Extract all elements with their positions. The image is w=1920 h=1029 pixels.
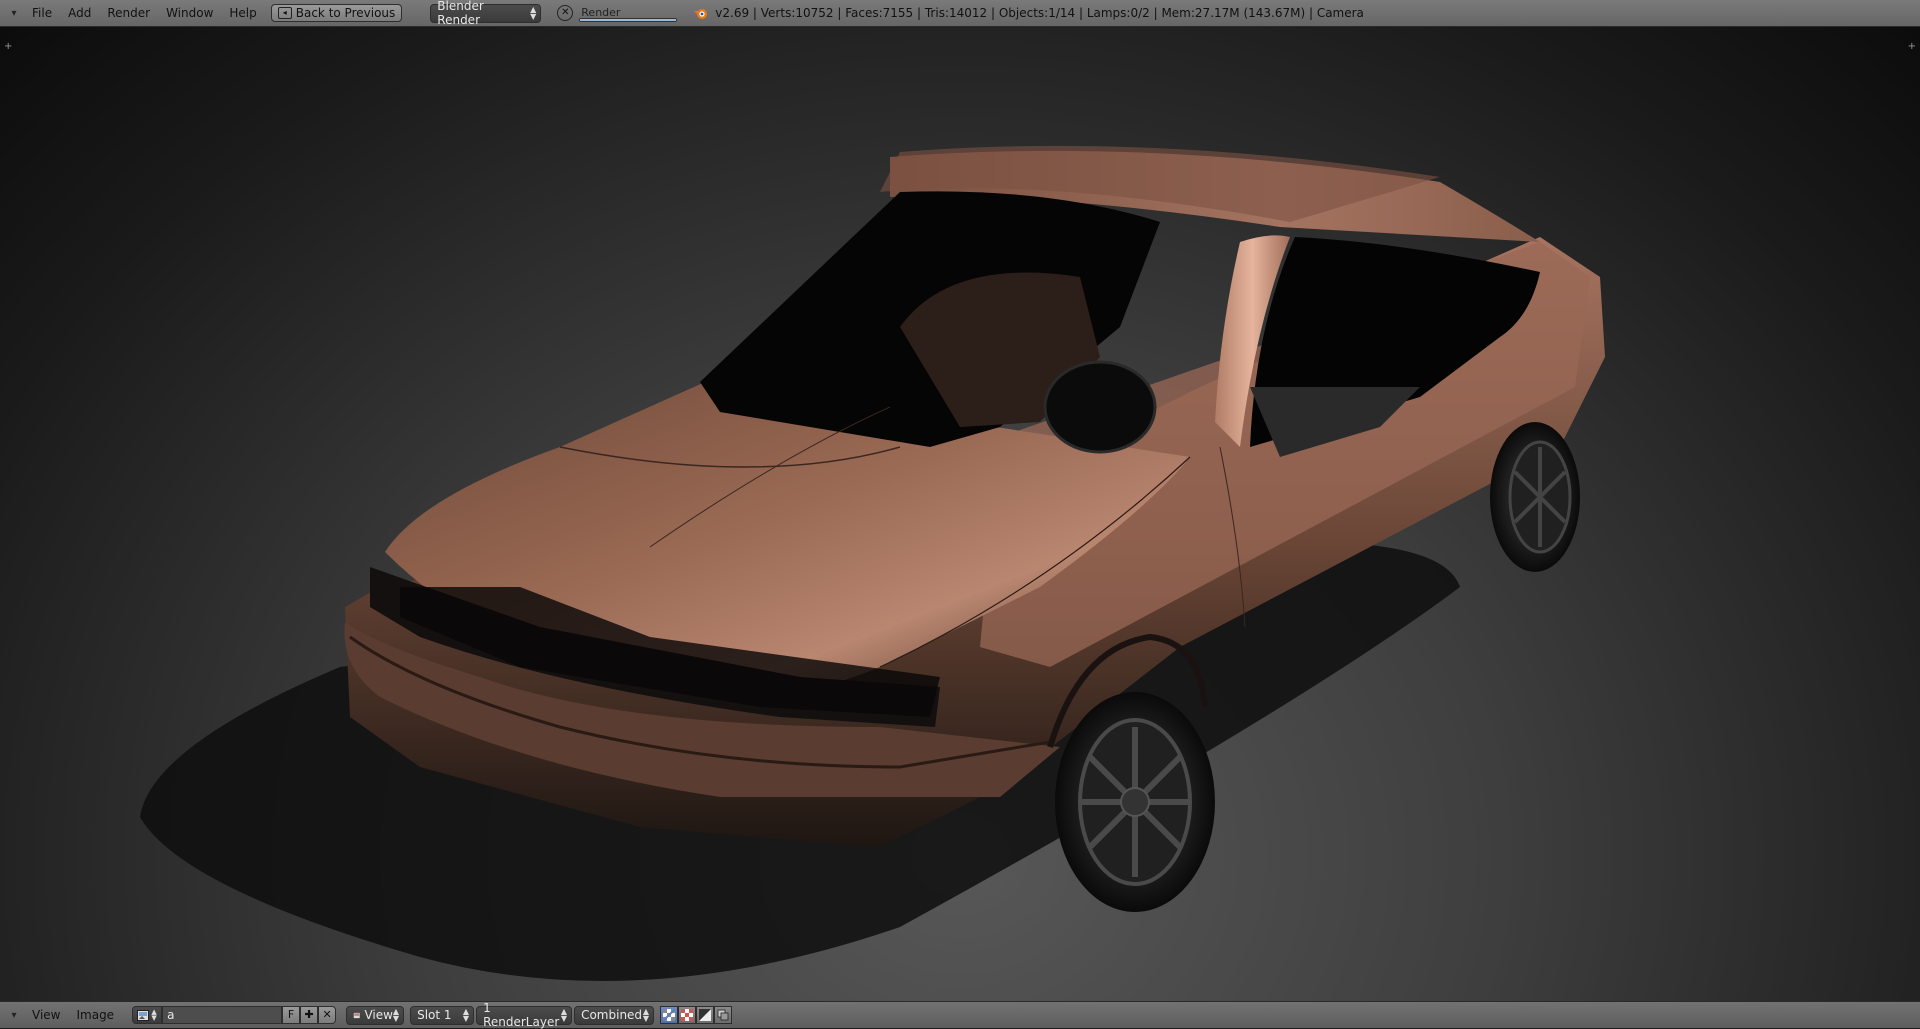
info-header: ▾ File Add Render Window Help ◂ Back to … xyxy=(0,0,1920,27)
fake-user-button[interactable]: F xyxy=(282,1006,301,1024)
area-menu-icon[interactable]: ▾ xyxy=(4,1002,24,1029)
draw-channels-toggle[interactable] xyxy=(714,1006,733,1024)
render-progress-fill xyxy=(580,19,677,21)
view-mode-select[interactable]: View ▲ ▼ xyxy=(346,1005,405,1025)
slot-select[interactable]: Slot 1 ▲ ▼ xyxy=(410,1005,475,1025)
select-arrows-icon: ▲ ▼ xyxy=(530,5,537,21)
gradient-icon xyxy=(699,1009,712,1021)
plus-icon: ✚ xyxy=(304,1008,314,1021)
image-browse-button[interactable]: ▲ ▼ xyxy=(132,1006,163,1024)
render-image xyxy=(140,145,1605,981)
view-mode-value: View xyxy=(364,1008,393,1022)
render-layer-select[interactable]: 1 RenderLayer ▲ ▼ xyxy=(476,1001,573,1029)
render-progress-track xyxy=(579,18,678,22)
menu-view[interactable]: View xyxy=(24,1002,68,1029)
render-result-viewport[interactable]: + + xyxy=(0,27,1920,1001)
back-arrow-icon: ◂ xyxy=(277,7,292,19)
menu-render[interactable]: Render xyxy=(99,0,158,27)
render-engine-select[interactable]: Blender Render ▲ ▼ xyxy=(430,0,542,27)
new-image-button[interactable]: ✚ xyxy=(300,1006,319,1024)
render-pass-select[interactable]: Combined ▲ ▼ xyxy=(574,1005,655,1025)
scene-statistics: v2.69 | Verts:10752 | Faces:7155 | Tris:… xyxy=(715,6,1364,20)
unlink-image-button[interactable]: ✕ xyxy=(318,1006,337,1024)
draw-zbuffer-toggle[interactable] xyxy=(696,1006,715,1024)
render-pass-value: Combined xyxy=(581,1008,643,1022)
select-arrows-icon: ▲ ▼ xyxy=(462,1007,470,1023)
menu-window[interactable]: Window xyxy=(158,0,221,27)
checker-alpha-icon xyxy=(663,1009,676,1021)
render-layer-value: 1 RenderLayer xyxy=(483,1001,560,1029)
channels-icon xyxy=(717,1009,729,1021)
render-progress: Render xyxy=(579,4,678,22)
draw-alpha-toggle[interactable] xyxy=(678,1006,697,1024)
menu-file[interactable]: File xyxy=(24,0,60,27)
draw-rgb-alpha-toggle[interactable] xyxy=(660,1006,679,1024)
select-arrows-icon: ▲ ▼ xyxy=(392,1007,400,1023)
image-browse-icon xyxy=(137,1009,150,1021)
image-editor-header: ▾ View Image ▲ ▼ a F ✚ ✕ View ▲ ▼ Slot 1 ▲… xyxy=(0,1001,1920,1029)
blender-logo-icon xyxy=(694,9,708,19)
slot-value: Slot 1 xyxy=(417,1008,452,1022)
back-to-previous-button[interactable]: ◂ Back to Previous xyxy=(270,4,403,22)
menu-add[interactable]: Add xyxy=(60,0,99,27)
image-editor-icon xyxy=(353,1011,361,1019)
image-name-field[interactable]: a xyxy=(162,1006,283,1024)
close-icon: ✕ xyxy=(322,1008,332,1021)
back-to-previous-label: Back to Previous xyxy=(295,6,396,20)
select-arrows-icon: ▲ ▼ xyxy=(560,1007,568,1023)
area-menu-icon[interactable]: ▾ xyxy=(4,0,24,27)
cancel-icon[interactable]: ✕ xyxy=(557,5,574,21)
select-arrows-icon: ▲ ▼ xyxy=(151,1008,157,1022)
render-engine-value: Blender Render xyxy=(437,0,484,27)
checker-icon xyxy=(681,1009,694,1021)
menu-image[interactable]: Image xyxy=(68,1002,122,1029)
select-arrows-icon: ▲ ▼ xyxy=(642,1007,650,1023)
menu-help[interactable]: Help xyxy=(221,0,264,27)
